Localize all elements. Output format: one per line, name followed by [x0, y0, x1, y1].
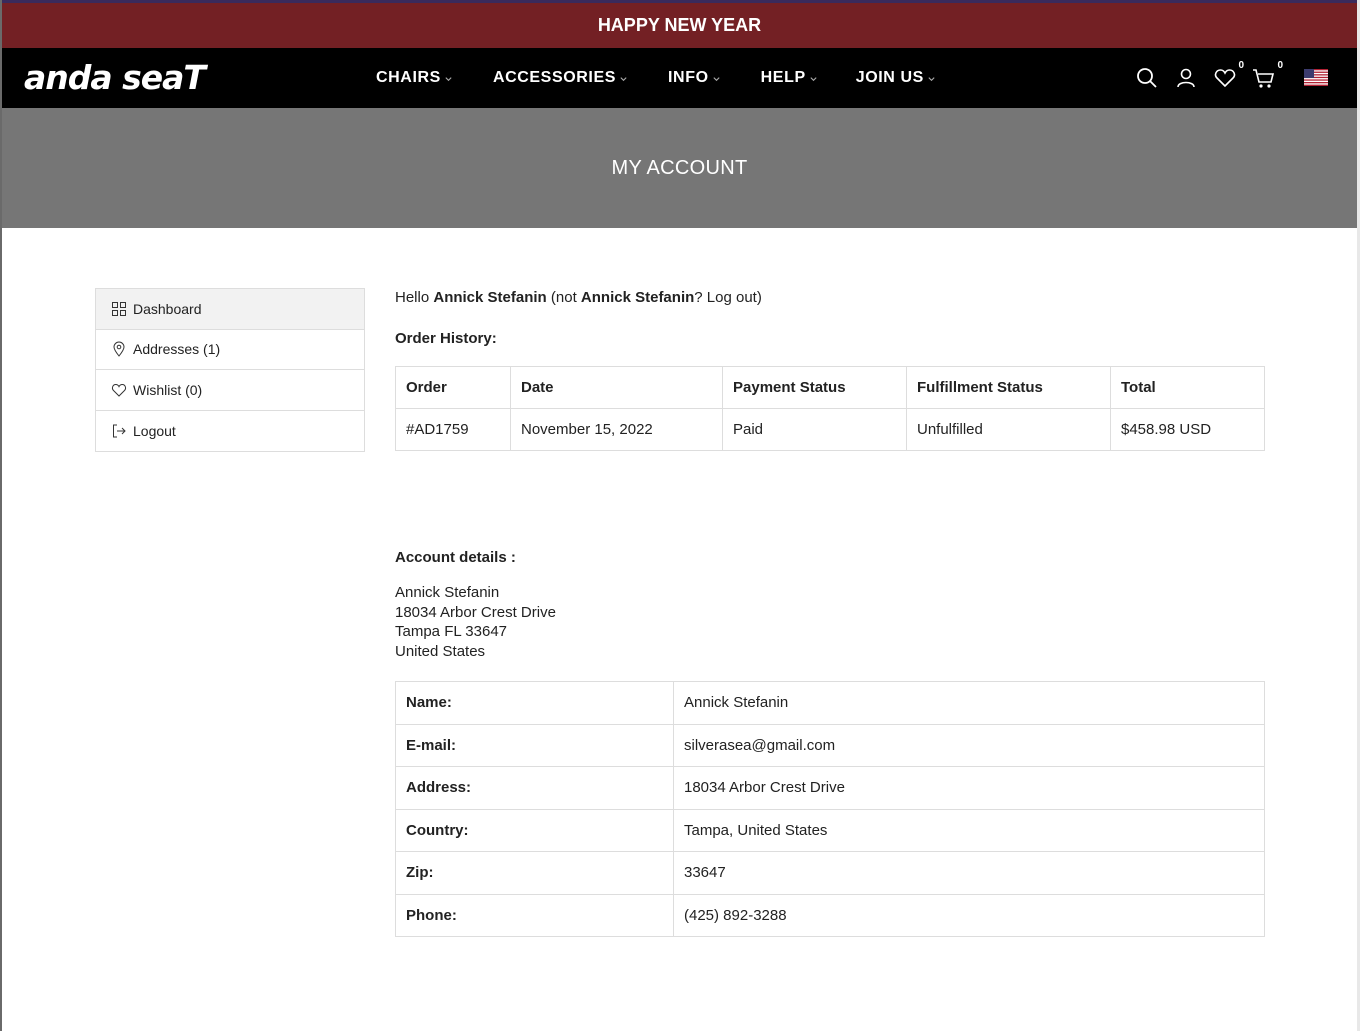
column-header-total: Total	[1110, 366, 1265, 409]
table-row: E-mail: silverasea@gmail.com	[395, 723, 1265, 767]
greeting-not-name: Annick Stefanin	[580, 289, 695, 306]
page-title: MY ACCOUNT	[611, 157, 748, 179]
announcement-bar: HAPPY NEW YEAR	[2, 3, 1357, 48]
detail-label-name: Name:	[395, 681, 674, 725]
sidebar-item-label: Logout	[133, 422, 176, 439]
nav-accessories-label: ACCESSORIES	[492, 69, 617, 86]
greeting-suffix: ?	[694, 289, 703, 306]
order-history-table: Order Date Payment Status Fulfillment St…	[395, 366, 1265, 451]
column-header-order: Order	[395, 366, 511, 409]
account-icon[interactable]	[1174, 66, 1198, 90]
nav-help[interactable]: HELP	[761, 69, 818, 87]
detail-label-address: Address:	[395, 766, 674, 810]
detail-value-name: Annick Stefanin	[673, 681, 1265, 725]
detail-value-zip: 33647	[673, 851, 1265, 895]
account-details-title: Account details :	[395, 549, 516, 566]
cart-count-badge: 0	[1277, 60, 1283, 71]
wishlist-icon[interactable]: 0	[1213, 60, 1244, 90]
nav-help-label: HELP	[760, 69, 806, 86]
nav-chairs-label: CHAIRS	[376, 69, 441, 86]
table-row: Zip: 33647	[395, 851, 1265, 895]
table-row: Name: Annick Stefanin	[395, 681, 1265, 725]
column-header-date: Date	[510, 366, 723, 409]
nav-info[interactable]: INFO	[668, 69, 721, 87]
table-row: Country: Tampa, United States	[395, 808, 1265, 852]
address-line: 18034 Arbor Crest Drive	[395, 603, 556, 621]
detail-label-phone: Phone:	[395, 893, 674, 937]
logout-icon	[113, 424, 126, 438]
search-icon[interactable]	[1135, 66, 1159, 90]
order-history-title: Order History:	[395, 330, 497, 347]
table-row: Address: 18034 Arbor Crest Drive	[395, 766, 1265, 810]
sidebar-item-addresses[interactable]: Addresses (1)	[96, 330, 364, 370]
sidebar-item-logout[interactable]: Logout	[96, 411, 364, 452]
cart-icon[interactable]: 0	[1252, 60, 1283, 90]
sidebar-item-label: Addresses (1)	[133, 341, 221, 358]
detail-value-email: silverasea@gmail.com	[673, 723, 1265, 767]
fulfillment-status: Unfulfilled	[906, 408, 1111, 451]
nav-info-label: INFO	[668, 69, 709, 86]
nav-chairs[interactable]: CHAIRS	[376, 69, 453, 87]
column-header-fulfillment-status: Fulfillment Status	[906, 366, 1111, 409]
us-flag-icon[interactable]	[1304, 69, 1328, 86]
chevron-down-icon	[713, 76, 720, 81]
greeting-not-prefix: (not	[550, 289, 577, 306]
account-details-table: Name: Annick Stefanin E-mail: silverasea…	[395, 681, 1265, 937]
wishlist-count-badge: 0	[1238, 60, 1244, 71]
nav-accessories[interactable]: ACCESSORIES	[493, 69, 628, 87]
table-row: Phone: (425) 892-3288	[395, 893, 1265, 937]
table-row: #AD1759 November 15, 2022 Paid Unfulfill…	[395, 408, 1265, 451]
order-number-link[interactable]: #AD1759	[395, 408, 511, 451]
page-hero: MY ACCOUNT	[2, 108, 1357, 228]
column-header-payment-status: Payment Status	[722, 366, 907, 409]
anda-seat-logo[interactable]: anda seaT	[22, 56, 212, 100]
detail-value-address: 18034 Arbor Crest Drive	[673, 766, 1265, 810]
svg-text:anda seaT: anda seaT	[24, 58, 208, 97]
account-sidebar: Dashboard Addresses (1) Wishlist (0) Log…	[95, 288, 365, 452]
address-line: Tampa FL 33647	[395, 623, 508, 641]
payment-status: Paid	[722, 408, 907, 451]
grid-icon	[112, 301, 126, 316]
sidebar-item-dashboard[interactable]: Dashboard	[96, 289, 364, 330]
main-nav: CHAIRS ACCESSORIES INFO HELP JOIN US	[376, 48, 936, 108]
nav-join-us-label: JOIN US	[855, 69, 924, 86]
heart-icon	[111, 383, 127, 397]
detail-label-zip: Zip:	[395, 851, 674, 895]
greeting-hello: Hello	[395, 289, 430, 306]
sidebar-item-label: Wishlist (0)	[133, 381, 203, 398]
chevron-down-icon	[445, 76, 452, 81]
chevron-down-icon	[928, 76, 935, 81]
address-line: Annick Stefanin	[395, 584, 500, 601]
account-address-block: Annick Stefanin 18034 Arbor Crest Drive …	[395, 583, 556, 662]
location-pin-icon	[113, 341, 125, 358]
order-total: $458.98 USD	[1110, 408, 1265, 451]
order-date: November 15, 2022	[510, 408, 723, 451]
table-header-row: Order Date Payment Status Fulfillment St…	[395, 366, 1265, 409]
detail-value-country: Tampa, United States	[673, 808, 1265, 852]
detail-label-email: E-mail:	[395, 723, 674, 767]
greeting-logout-link[interactable]: Log out)	[707, 289, 762, 306]
site-header: anda seaT CHAIRS ACCESSORIES INFO HELP J…	[2, 48, 1357, 108]
sidebar-item-wishlist[interactable]: Wishlist (0)	[96, 370, 364, 411]
greeting-name: Annick Stefanin	[433, 289, 547, 306]
detail-label-country: Country:	[395, 808, 674, 852]
detail-value-phone: (425) 892-3288	[673, 893, 1265, 937]
address-line: United States	[395, 643, 486, 661]
sidebar-item-label: Dashboard	[133, 300, 202, 317]
greeting-line: Hello Annick Stefanin (not Annick Stefan…	[395, 288, 762, 308]
nav-join-us[interactable]: JOIN US	[856, 69, 936, 87]
chevron-down-icon	[620, 76, 627, 81]
chevron-down-icon	[810, 76, 817, 81]
